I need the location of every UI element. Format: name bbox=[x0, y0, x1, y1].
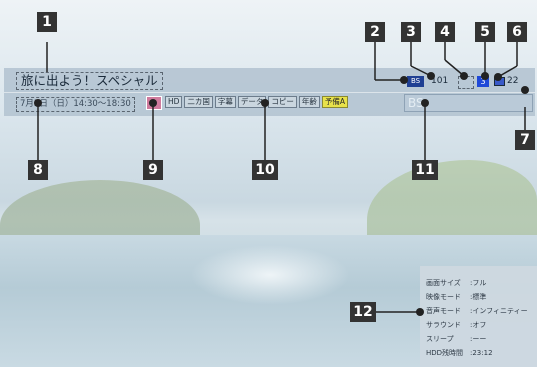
callout-badge-3: 3 bbox=[401, 22, 421, 42]
tv-screen: 旅に出よう！スペシャル BS 101 3 22 7月5日（日）14:30〜18:… bbox=[0, 0, 537, 367]
callout-badge-5: 5 bbox=[475, 22, 495, 42]
callout-badge-1: 1 bbox=[37, 12, 57, 32]
callout-badge-9: 9 bbox=[143, 160, 163, 180]
callout-badge-12: 12 bbox=[350, 302, 376, 322]
callout-badge-4: 4 bbox=[435, 22, 455, 42]
callout-badge-8: 8 bbox=[28, 160, 48, 180]
callout-badge-10: 10 bbox=[252, 160, 278, 180]
callout-badge-2: 2 bbox=[365, 22, 385, 42]
callout-lines bbox=[34, 42, 529, 316]
callout-badge-7: 7 bbox=[515, 130, 535, 150]
callout-badge-6: 6 bbox=[507, 22, 527, 42]
callout-badge-11: 11 bbox=[412, 160, 438, 180]
